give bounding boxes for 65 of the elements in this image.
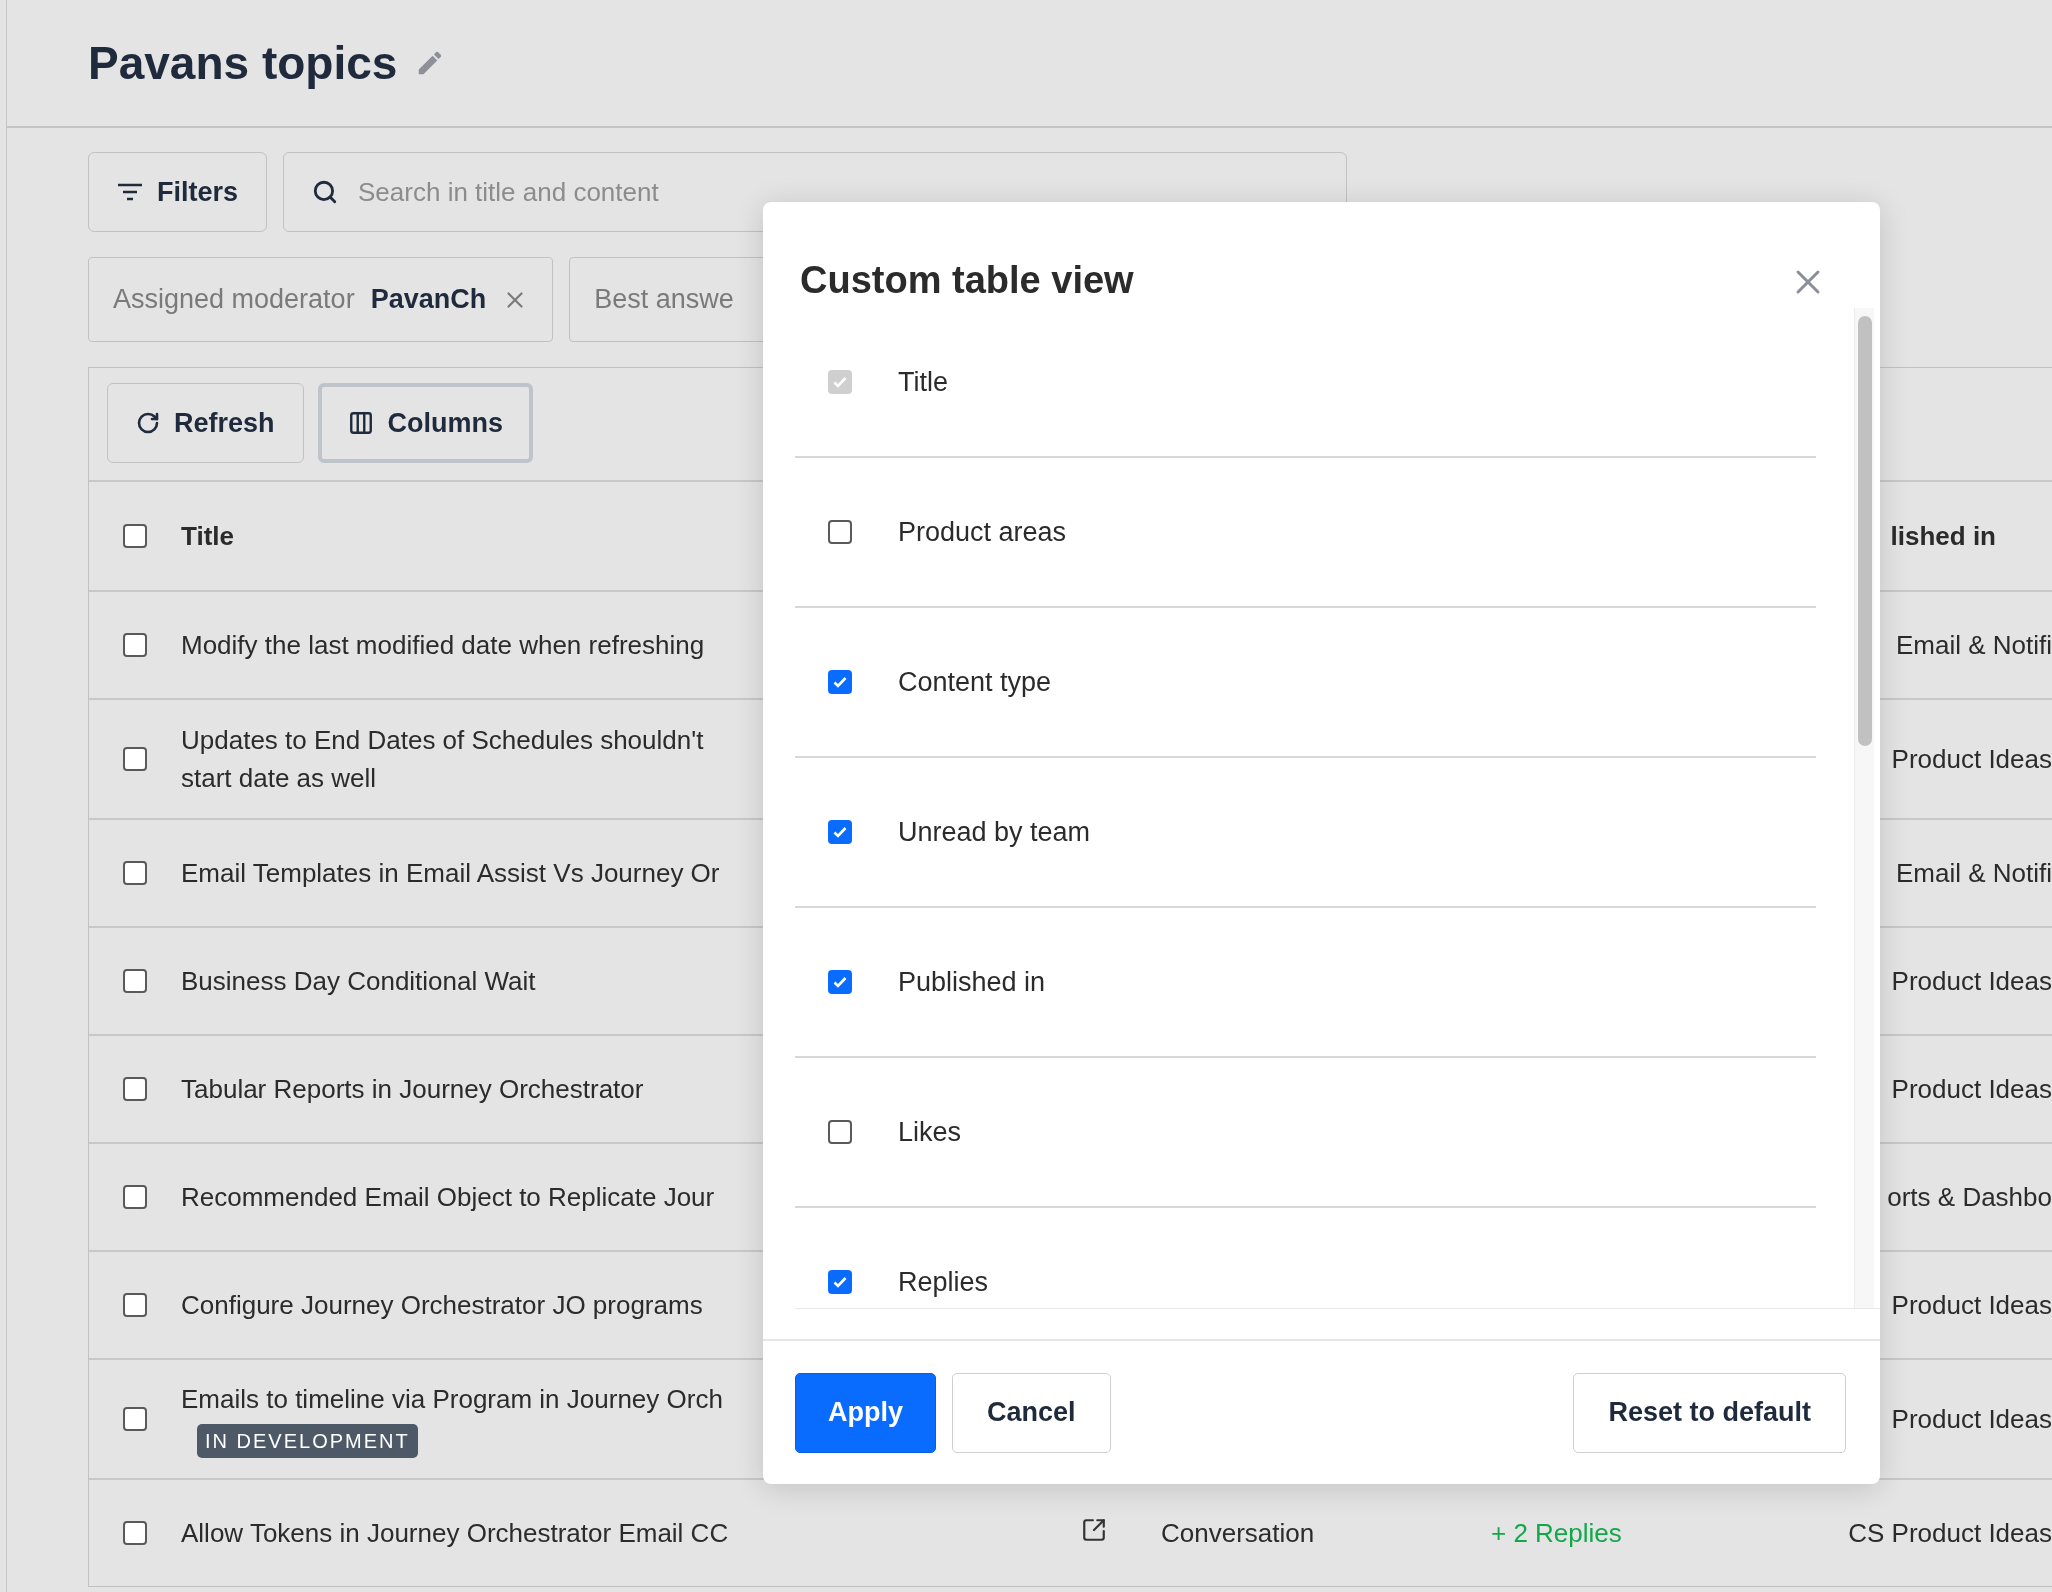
chip-value: PavanCh [370, 284, 487, 315]
column-checkbox[interactable] [828, 970, 852, 994]
column-checkbox[interactable] [828, 820, 852, 844]
cancel-button[interactable]: Cancel [952, 1372, 1111, 1453]
scrollbar[interactable] [1854, 308, 1874, 1308]
external-link-icon[interactable] [1081, 1516, 1107, 1543]
scrollbar-thumb[interactable] [1857, 316, 1872, 746]
refresh-icon [136, 411, 160, 435]
refresh-button[interactable]: Refresh [107, 383, 304, 463]
row-checkbox[interactable] [123, 1077, 147, 1101]
row-checkbox[interactable] [123, 1521, 147, 1545]
row-checkbox[interactable] [123, 1293, 147, 1317]
published-in: Product Ideas [1891, 1073, 2052, 1106]
topic-title[interactable]: Modify the last modified date when refreshing [181, 626, 705, 664]
topic-title[interactable]: Recommended Email Object to Replicate Jour [181, 1178, 715, 1216]
row-checkbox[interactable] [123, 861, 147, 885]
search-icon [312, 179, 339, 205]
apply-button[interactable]: Apply [795, 1372, 936, 1453]
column-option-label[interactable]: Content type [898, 666, 1052, 698]
topic-title[interactable]: Configure Journey Orchestrator JO programs [181, 1286, 703, 1324]
column-option-label[interactable]: Replies [898, 1266, 989, 1298]
columns-icon [347, 410, 374, 436]
column-checkbox[interactable] [828, 1120, 852, 1144]
topic-title[interactable]: Business Day Conditional Wait [181, 962, 536, 1000]
column-checkbox[interactable] [828, 1270, 852, 1294]
topic-title[interactable]: Allow Tokens in Journey Orchestrator Email CC [181, 1514, 729, 1552]
row-checkbox[interactable] [123, 1407, 147, 1431]
search-input[interactable]: Search in title and content [356, 175, 1319, 209]
row-checkbox[interactable] [123, 747, 147, 771]
topic-title[interactable]: Email Templates in Email Assist Vs Journey Or [181, 854, 720, 892]
published-in: CS Product Ideas [1848, 1517, 2052, 1550]
column-option-label[interactable]: Unread by team [898, 816, 1091, 848]
search-field[interactable]: Search in title and content [283, 152, 1348, 232]
published-in: orts & Dashbo [1887, 1181, 2052, 1214]
filter-chip[interactable]: Assigned moderator PavanCh [88, 257, 554, 342]
topic-title[interactable]: Updates to End Dates of Schedules shouldn't start date as well [181, 721, 704, 797]
column-checkbox[interactable] [828, 670, 852, 694]
column-option-label[interactable]: Likes [898, 1116, 962, 1148]
content-type: Conversation [1161, 1518, 1315, 1548]
row-checkbox[interactable] [123, 633, 147, 657]
replies-count: + 2 Replies [1491, 1517, 1622, 1548]
row-checkbox[interactable] [123, 1185, 147, 1209]
published-in: Product Ideas [1891, 743, 2052, 776]
column-option-label[interactable]: Published in [898, 966, 1046, 998]
row-checkbox[interactable] [123, 969, 147, 993]
published-in: Product Ideas [1891, 965, 2052, 998]
topic-title[interactable]: Emails to timeline via Program in Journey Orch [181, 1380, 723, 1418]
column-checkbox[interactable] [828, 520, 852, 544]
published-in: Email & Notifi [1895, 629, 2052, 662]
filters-button[interactable]: Filters [88, 152, 268, 232]
chip-label: Assigned moderator [113, 284, 355, 315]
filter-icon [117, 182, 143, 202]
published-in: Product Ideas [1891, 1403, 2052, 1436]
column-option-label[interactable]: Product areas [898, 516, 1067, 548]
reset-button[interactable]: Reset to default [1573, 1372, 1846, 1453]
columns-button[interactable]: Columns [317, 383, 534, 463]
topic-title[interactable]: Tabular Reports in Journey Orchestrator [181, 1070, 644, 1108]
column-header[interactable]: lished in [1890, 520, 1996, 552]
status-badge: IN DEVELOPMENT [197, 1424, 418, 1458]
chip-label: Best answe [594, 284, 734, 315]
published-in: Product Ideas [1891, 1289, 2052, 1322]
page-title: Pavans topics [88, 36, 398, 90]
select-all-checkbox[interactable] [123, 524, 147, 548]
dialog-title: Custom table view [800, 259, 1134, 302]
published-in: Email & Notifi [1895, 857, 2052, 890]
